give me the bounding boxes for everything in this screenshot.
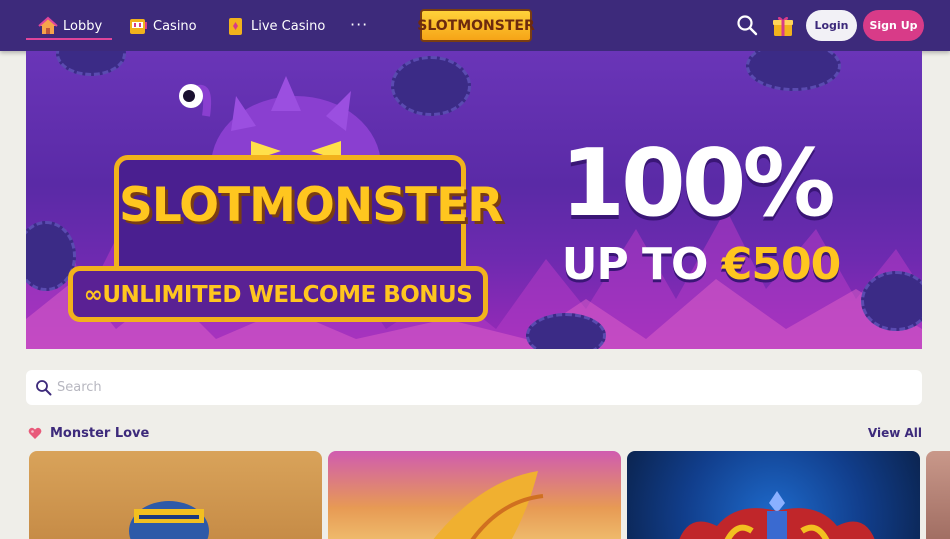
search-input[interactable] [57,370,907,405]
view-all-link[interactable]: View All [868,426,922,440]
house-icon [38,16,58,36]
nav-lobby-label: Lobby [63,18,103,34]
top-navbar: Lobby Casino Live Casino ··· SLOTMONSTER… [0,0,950,51]
section-header: Monster Love View All [26,424,922,444]
banner-upto-amount: €500 [721,239,841,290]
gift-button[interactable] [771,14,795,38]
section-title: Monster Love [50,426,150,441]
nav-live-casino[interactable]: Live Casino [226,12,325,40]
banner-percent: 100% [560,129,835,237]
more-menu-button[interactable]: ··· [350,10,368,38]
site-logo[interactable]: SLOTMONSTER [417,9,535,42]
gift-icon [773,16,793,36]
more-icon: ··· [350,14,369,34]
banner-brand-text: SLOTMONSTER [119,178,503,233]
poker-chip-decoration [391,56,471,116]
heart-icon [28,427,42,439]
banner-bonus-text: ∞UNLIMITED WELCOME BONUS [83,282,473,308]
banner-upto: UP TO €500 [516,239,886,290]
game-tile[interactable] [29,451,322,539]
banner-bonus-box: ∞UNLIMITED WELCOME BONUS [68,266,488,322]
nav-casino[interactable]: Casino [128,12,197,40]
promo-banner[interactable]: SLOTMONSTER ∞UNLIMITED WELCOME BONUS 100… [26,51,922,349]
game-tile-art [433,471,544,539]
nav-lobby[interactable]: Lobby [38,12,102,40]
poker-chip-decoration [56,51,126,76]
game-tile[interactable] [328,451,621,539]
signup-button[interactable]: Sign Up [863,10,924,41]
game-tile-art [129,501,209,539]
game-search-bar [26,370,922,405]
nav-casino-label: Casino [153,18,197,34]
card-icon [226,16,246,36]
active-tab-indicator [26,38,112,40]
game-tile[interactable] [627,451,920,539]
game-tile-art [679,491,875,539]
search-icon [36,380,52,396]
logo-text: SLOTMONSTER [417,17,535,34]
poker-chip-decoration [746,51,841,91]
search-icon [737,15,758,36]
nav-live-casino-label: Live Casino [251,18,326,34]
game-tile[interactable] [926,451,950,539]
slot-machine-icon [128,16,148,36]
banner-upto-prefix: UP TO [561,239,722,290]
header-search-button[interactable] [736,14,760,38]
login-button[interactable]: Login [806,10,857,41]
